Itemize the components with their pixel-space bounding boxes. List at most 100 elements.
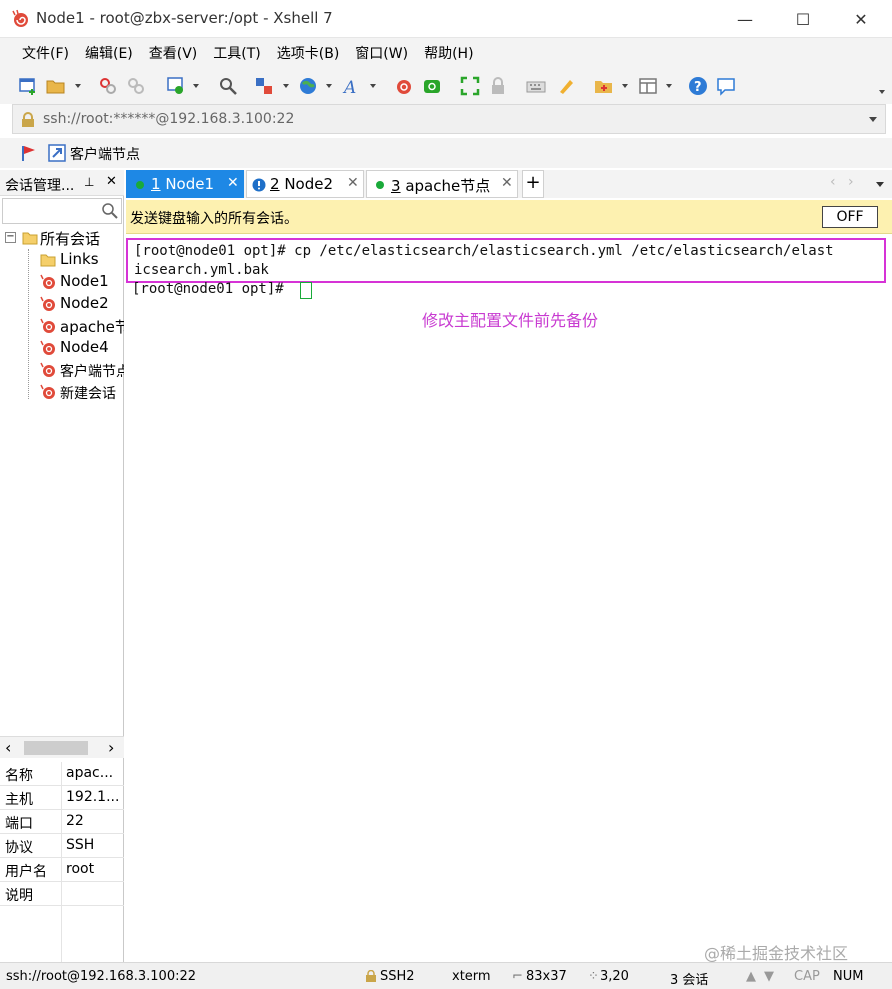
horizontal-scrollbar[interactable]: ‹ ›: [0, 736, 124, 758]
add-tab-button[interactable]: +: [522, 170, 544, 198]
close-button[interactable]: ✕: [832, 0, 890, 38]
session-up-icon[interactable]: ▲: [746, 969, 756, 984]
session-manager-header: 会话管理... ⊥ ✕: [0, 170, 124, 196]
session-down-icon[interactable]: ▼: [764, 969, 774, 984]
properties-icon[interactable]: [166, 76, 186, 96]
status-num: NUM: [833, 969, 864, 984]
terminal-cursor: [300, 282, 312, 299]
svg-text:?: ?: [694, 80, 702, 95]
tab-label: apache节点: [405, 177, 491, 195]
window-title: Node1 - root@zbx-server:/opt - Xshell 7: [36, 9, 333, 27]
toolbar-overflow-icon[interactable]: [879, 90, 885, 94]
tab-node2[interactable]: 2 Node2 ✕: [246, 170, 364, 198]
font-icon[interactable]: A: [342, 76, 362, 96]
menu-tools[interactable]: 工具(T): [205, 43, 268, 63]
off-button[interactable]: OFF: [822, 206, 878, 228]
tab-scroll-left-icon[interactable]: ‹: [830, 174, 836, 190]
status-protocol: SSH2: [380, 969, 415, 984]
tree-item-label: apache节点: [60, 318, 124, 336]
transfer-dropdown-icon[interactable]: [283, 84, 289, 88]
fullscreen-icon[interactable]: [460, 76, 480, 96]
tab-list-dropdown-icon[interactable]: [876, 182, 884, 187]
open-folder-icon[interactable]: [46, 76, 66, 96]
disconnect-icon[interactable]: [126, 76, 146, 96]
new-session-icon[interactable]: [18, 76, 38, 96]
tree-item-node2[interactable]: Node2: [0, 293, 124, 315]
add-dropdown-icon[interactable]: [622, 84, 628, 88]
status-sessions: 3 会话: [670, 973, 709, 988]
shortcut-icon: [48, 144, 66, 162]
search-icon[interactable]: [101, 202, 119, 220]
transfer-icon[interactable]: [254, 76, 274, 96]
menu-help[interactable]: 帮助(H): [416, 43, 481, 63]
property-value: root: [66, 861, 95, 877]
quick-session-link[interactable]: 客户端节点: [70, 144, 140, 164]
tab-close-icon[interactable]: ✕: [501, 175, 513, 191]
tree-item-node4[interactable]: Node4: [0, 337, 124, 359]
terminal-area[interactable]: [root@node01 opt]# cp /etc/elasticsearch…: [126, 234, 892, 963]
connect-icon[interactable]: [98, 76, 118, 96]
menu-file[interactable]: 文件(F): [14, 43, 77, 63]
session-search-input[interactable]: [2, 198, 122, 224]
property-row: 端口 22: [0, 810, 124, 834]
tab-label: Node2: [284, 175, 334, 193]
tab-label: Node1: [165, 175, 215, 193]
pane-close-icon[interactable]: ✕: [106, 174, 117, 189]
tree-root-all-sessions[interactable]: − 所有会话: [0, 227, 124, 249]
highlight-icon[interactable]: [556, 76, 576, 96]
pin-icon[interactable]: ⊥: [84, 175, 94, 189]
tab-scroll-right-icon[interactable]: ›: [848, 174, 854, 190]
address-input[interactable]: ssh://root:******@192.168.3.100:22: [43, 111, 294, 127]
find-icon[interactable]: [218, 76, 238, 96]
property-value: SSH: [66, 837, 95, 853]
tree-item-node1[interactable]: Node1: [0, 271, 124, 293]
session-icon: [40, 340, 55, 355]
tab-close-icon[interactable]: ✕: [227, 175, 239, 191]
tree-item-label: 新建会话: [60, 386, 116, 402]
property-row: 协议 SSH: [0, 834, 124, 858]
menu-view[interactable]: 查看(V): [141, 43, 206, 63]
globe-icon[interactable]: [298, 76, 318, 96]
property-row: 主机 192.1...: [0, 786, 124, 810]
menu-window[interactable]: 窗口(W): [347, 43, 416, 63]
flag-icon[interactable]: [20, 144, 38, 162]
layout-icon[interactable]: [638, 76, 658, 96]
property-row: 说明: [0, 882, 124, 906]
scroll-left-icon[interactable]: ‹: [5, 738, 11, 757]
tree-item-new-session[interactable]: 新建会话: [0, 381, 124, 403]
menu-tabs[interactable]: 选项卡(B): [269, 43, 348, 63]
help-icon[interactable]: ?: [688, 76, 708, 96]
xftp-icon[interactable]: [422, 76, 442, 96]
title-bar: Node1 - root@zbx-server:/opt - Xshell 7 …: [0, 0, 892, 38]
tree-item-client-node[interactable]: 客户端节点: [0, 359, 124, 381]
menu-edit[interactable]: 编辑(E): [77, 43, 141, 63]
properties-dropdown-icon[interactable]: [193, 84, 199, 88]
property-key: 用户名: [5, 864, 47, 880]
tab-close-icon[interactable]: ✕: [347, 175, 359, 191]
property-row: 名称 apac...: [0, 762, 124, 786]
address-bar[interactable]: ssh://root:******@192.168.3.100:22: [12, 104, 886, 134]
globe-dropdown-icon[interactable]: [326, 84, 332, 88]
keyboard-icon[interactable]: [526, 76, 546, 96]
tree-item-apache[interactable]: apache节点: [0, 315, 124, 337]
xshell-icon[interactable]: [394, 76, 414, 96]
layout-dropdown-icon[interactable]: [666, 84, 672, 88]
collapse-icon[interactable]: −: [5, 232, 16, 243]
add-quickbar-icon[interactable]: [594, 76, 614, 96]
font-dropdown-icon[interactable]: [370, 84, 376, 88]
scroll-right-icon[interactable]: ›: [108, 738, 114, 757]
lock-icon[interactable]: [488, 76, 508, 96]
tab-node1[interactable]: 1 Node1 ✕: [126, 170, 244, 198]
size-icon: ⌐: [512, 969, 523, 984]
tab-apache[interactable]: 3 apache节点 ✕: [366, 170, 518, 198]
address-dropdown-icon[interactable]: [869, 117, 877, 122]
tab-number: 2: [270, 175, 280, 193]
chat-icon[interactable]: [716, 76, 736, 96]
status-address: ssh://root@192.168.3.100:22: [6, 969, 197, 984]
open-dropdown-icon[interactable]: [75, 84, 81, 88]
properties-table: 名称 apac... 主机 192.1... 端口 22 协议 SSH 用户名 root …: [0, 762, 124, 962]
maximize-button[interactable]: ☐: [774, 0, 832, 38]
tree-item-links[interactable]: Links: [0, 249, 124, 271]
minimize-button[interactable]: —: [716, 0, 774, 38]
scroll-thumb[interactable]: [24, 741, 88, 755]
